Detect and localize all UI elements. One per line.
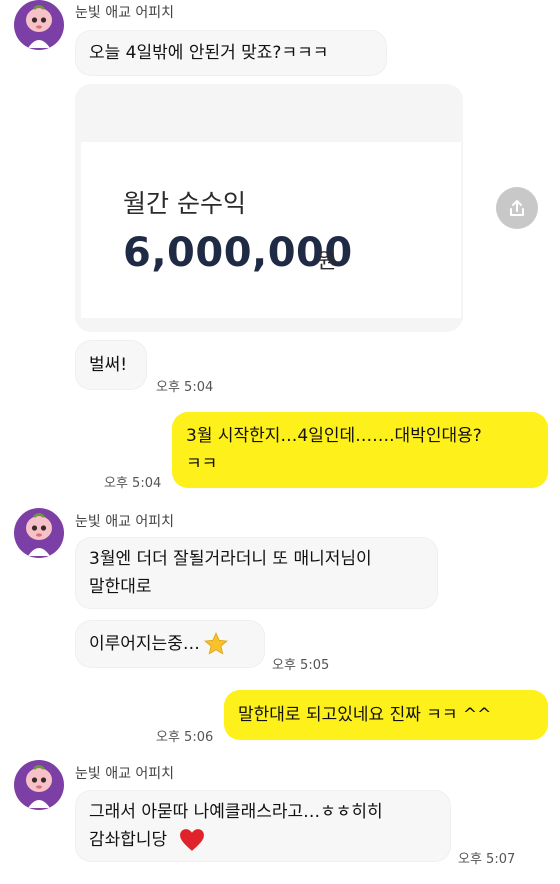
message-text-line1: 3월엔 더더 잘될거라더니 또 매니저님이 [89, 549, 372, 569]
peach-character-avatar-icon [26, 765, 52, 808]
red-heart-emoji-icon [180, 829, 205, 851]
avatar[interactable] [14, 760, 64, 810]
sender-name: 눈빛 애교 어피치 [75, 514, 175, 530]
star-emoji-icon [203, 632, 228, 655]
message-time: 오후 5:04 [156, 380, 214, 395]
message-time: 오후 5:05 [272, 658, 330, 673]
message-bubble[interactable]: 3월엔 더더 잘될거라더니 또 매니저님이 말한대로 [75, 537, 438, 609]
message-text-line2: 말한대로 [89, 577, 152, 597]
message-bubble[interactable]: 그래서 아묻따 나예클래스라고…ㅎㅎ히히 감솨합니당 [75, 790, 451, 862]
message-bubble[interactable]: 벌써! [75, 340, 147, 390]
peach-character-avatar-icon [26, 5, 52, 48]
share-upload-icon [510, 200, 524, 216]
message-text: 말한대로 되고있네요 진짜 ㅋㅋ ^^ [238, 705, 492, 725]
sender-name: 눈빛 애교 어피치 [75, 5, 175, 21]
outgoing-message-bubble[interactable]: 3월 시작한지…4일인데…….대박인대용? ㅋㅋ [172, 412, 548, 488]
message-text-line2: ㅋㅋ [186, 454, 218, 474]
income-card-body: 월간 순수익 6,000,000 원 [81, 142, 461, 318]
message-text-line2: 감솨합니당 [89, 830, 168, 850]
message-bubble[interactable]: 오늘 4일밖에 안된거 맞죠?ㅋㅋㅋ [75, 30, 387, 76]
share-button[interactable] [496, 187, 538, 229]
message-text-line1: 그래서 아묻따 나예클래스라고…ㅎㅎ히히 [89, 802, 383, 822]
message-time: 오후 5:07 [458, 852, 516, 867]
message-text-line2-row: 감솨합니당 [89, 826, 437, 854]
message-time: 오후 5:06 [156, 730, 214, 745]
peach-character-avatar-icon [26, 513, 52, 556]
message-text-line1: 3월 시작한지…4일인데…….대박인대용? [186, 426, 482, 446]
avatar[interactable] [14, 0, 64, 50]
card-title: 월간 순수익 [123, 189, 246, 218]
message-bubble[interactable]: 이루어지는중… [75, 620, 265, 668]
outgoing-message-bubble[interactable]: 말한대로 되고있네요 진짜 ㅋㅋ ^^ [224, 690, 548, 740]
message-time: 오후 5:04 [104, 476, 162, 491]
message-text: 이루어지는중… [89, 634, 200, 654]
message-text: 오늘 4일밖에 안된거 맞죠?ㅋㅋㅋ [89, 43, 329, 63]
avatar[interactable] [14, 508, 64, 558]
income-card[interactable]: 월간 순수익 6,000,000 원 [75, 84, 463, 332]
message-text: 벌써! [89, 355, 128, 375]
card-amount-unit: 원 [317, 249, 337, 273]
sender-name: 눈빛 애교 어피치 [75, 766, 175, 782]
